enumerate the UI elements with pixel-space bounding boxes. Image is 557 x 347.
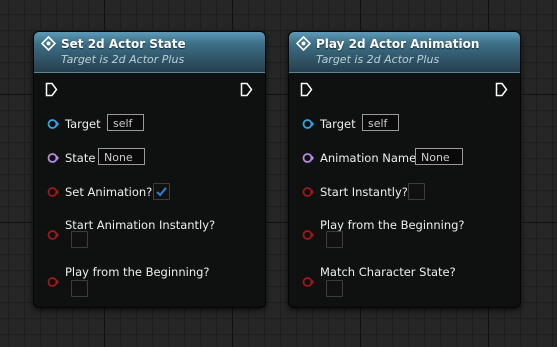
exec-in-pin-icon[interactable] — [300, 82, 313, 97]
start-instantly-label: Start Instantly? — [320, 185, 408, 199]
node-subtitle: Target is 2d Actor Plus — [316, 53, 440, 66]
node-header[interactable]: Set 2d Actor State Target is 2d Actor Pl… — [34, 32, 265, 73]
function-icon — [296, 36, 311, 51]
start-instantly-checkbox[interactable] — [408, 183, 425, 200]
node-subtitle: Target is 2d Actor Plus — [61, 53, 185, 66]
set-animation-pin-icon[interactable] — [47, 186, 59, 198]
node-header[interactable]: Play 2d Actor Animation Target is 2d Act… — [289, 32, 520, 73]
target-pin-icon[interactable] — [302, 118, 314, 130]
set-animation-checkbox[interactable] — [153, 183, 170, 200]
target-pin-icon[interactable] — [47, 118, 59, 130]
target-field[interactable]: self — [362, 114, 399, 131]
function-icon — [41, 36, 56, 51]
node-title: Play 2d Actor Animation — [316, 37, 480, 51]
play-beginning-label: Play from the Beginning? — [320, 218, 465, 232]
exec-in-pin-icon[interactable] — [45, 82, 58, 97]
state-label: State — [65, 151, 96, 165]
play-beginning-checkbox[interactable] — [71, 280, 88, 297]
target-label: Target — [320, 117, 356, 131]
animation-name-label: Animation Name — [320, 151, 417, 165]
play-2d-actor-animation-node[interactable]: Play 2d Actor Animation Target is 2d Act… — [288, 31, 521, 308]
state-pin-icon[interactable] — [47, 152, 59, 164]
start-instantly-checkbox[interactable] — [71, 231, 88, 248]
start-instantly-label: Start Animation Instantly? — [65, 218, 216, 232]
animation-name-pin-icon[interactable] — [302, 152, 314, 164]
match-state-checkbox[interactable] — [326, 280, 343, 297]
node-title: Set 2d Actor State — [61, 37, 186, 51]
checkmark-icon — [156, 187, 167, 197]
play-beginning-pin-icon[interactable] — [302, 229, 314, 241]
target-label: Target — [65, 117, 101, 131]
animation-name-field[interactable]: None — [415, 148, 463, 165]
set-animation-label: Set Animation? — [65, 185, 153, 199]
match-state-pin-icon[interactable] — [302, 276, 314, 288]
start-instantly-pin-icon[interactable] — [302, 186, 314, 198]
state-field[interactable]: None — [98, 148, 145, 165]
exec-out-pin-icon[interactable] — [240, 82, 253, 97]
play-beginning-pin-icon[interactable] — [47, 276, 59, 288]
match-state-label: Match Character State? — [320, 265, 456, 279]
play-beginning-label: Play from the Beginning? — [65, 265, 210, 279]
exec-out-pin-icon[interactable] — [495, 82, 508, 97]
start-instantly-pin-icon[interactable] — [47, 229, 59, 241]
set-2d-actor-state-node[interactable]: Set 2d Actor State Target is 2d Actor Pl… — [33, 31, 266, 308]
target-field[interactable]: self — [107, 114, 144, 131]
play-beginning-checkbox[interactable] — [326, 231, 343, 248]
